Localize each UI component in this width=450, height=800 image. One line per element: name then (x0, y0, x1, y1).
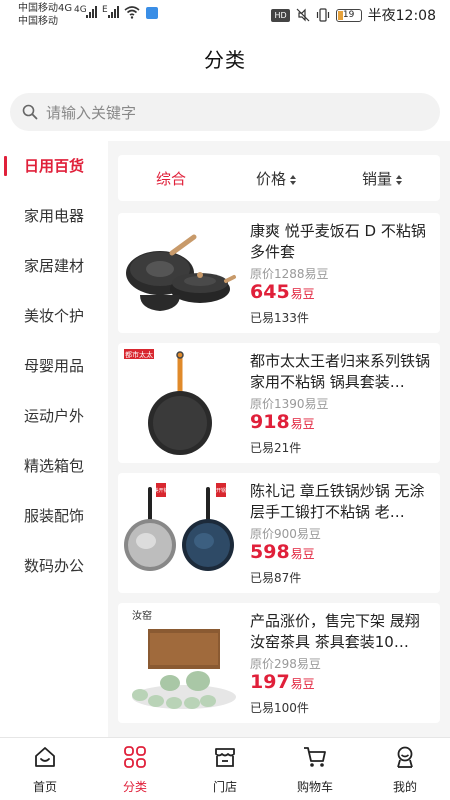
tab-profile-label: 我的 (392, 780, 417, 794)
price-value: 645 (250, 281, 290, 303)
carrier-info: 中国移动4G 中国移动 (18, 3, 72, 28)
product-title: 陈礼记 章丘铁锅炒锅 无涂层手工锻打不粘锅 老… (250, 482, 425, 521)
product-image: 汝窑 (120, 605, 238, 721)
filter-price[interactable]: 价格 (256, 168, 297, 189)
sidebar-item-appliances[interactable]: 家用电器 (0, 191, 108, 241)
product-panel: 综合 价格 销量 康爽 悦乎麦饭石 D 不粘锅多件套 原价1288易豆 645易… (108, 141, 450, 737)
thumb-tag-a: 美开锅 (153, 487, 168, 494)
product-sold-count: 已易21件 (250, 441, 302, 455)
mute-icon (296, 8, 310, 22)
price-value: 598 (250, 541, 290, 563)
product-title: 产品涨价，售完下架 晟翔汝窑茶具 茶具套装10… (250, 612, 420, 651)
filter-bar: 综合 价格 销量 (118, 155, 440, 201)
filter-sales[interactable]: 销量 (362, 168, 403, 189)
carrier-2: 中国移动 (18, 16, 58, 27)
tab-cart[interactable]: 购物车 (270, 738, 360, 800)
price-value: 197 (250, 671, 290, 693)
store-icon (215, 748, 235, 767)
wifi-icon (124, 6, 140, 19)
price-value: 918 (250, 411, 290, 433)
cart-icon (304, 747, 326, 767)
product-price: 598易豆 (250, 541, 315, 563)
search-input[interactable]: 请输入关键字 (10, 93, 440, 131)
sidebar-item-digital[interactable]: 数码办公 (0, 541, 108, 591)
thumb-tag: 汝窑 (132, 609, 152, 622)
tab-store[interactable]: 门店 (180, 738, 270, 800)
filter-sales-label: 销量 (362, 170, 393, 188)
price-unit: 易豆 (290, 287, 315, 301)
sidebar-item-home-building[interactable]: 家居建材 (0, 241, 108, 291)
network-type-1: 4G (74, 5, 87, 15)
price-unit: 易豆 (290, 677, 315, 691)
hd-badge: HD (271, 8, 290, 22)
product-sold-count: 已易87件 (250, 571, 302, 585)
page-title: 分类 (204, 48, 246, 72)
filter-comprehensive[interactable]: 综合 (156, 168, 186, 189)
sort-icon (396, 174, 403, 185)
product-original-price: 原价900易豆 (250, 527, 321, 541)
status-bar: 中国移动4G 中国移动 4G E HD 19 半夜12:08 (0, 0, 450, 32)
home-icon (35, 747, 55, 767)
product-card[interactable]: 汝窑 产品涨价，售完下架 晟翔汝窑茶具 茶具套装10… 原价298易豆 197易… (118, 603, 440, 723)
filter-price-label: 价格 (256, 170, 287, 188)
sidebar-item-sports[interactable]: 运动户外 (0, 391, 108, 441)
sidebar-item-baby[interactable]: 母婴用品 (0, 341, 108, 391)
product-card[interactable]: 康爽 悦乎麦饭石 D 不粘锅多件套 原价1288易豆 645易豆 已易133件 (118, 213, 440, 333)
thumb-tag-b: 开锅 (216, 487, 226, 494)
app-notification-icon (146, 7, 158, 19)
product-image: 都市太太 (120, 345, 238, 461)
tab-profile[interactable]: 我的 (360, 738, 450, 800)
category-icon (124, 746, 146, 768)
signal-icon-2 (108, 6, 122, 18)
price-unit: 易豆 (290, 417, 315, 431)
search-placeholder: 请输入关键字 (46, 104, 137, 122)
product-image (120, 215, 238, 331)
product-title: 都市太太王者归来系列铁锅家用不粘锅 锅具套装… (250, 352, 431, 391)
tab-store-label: 门店 (212, 780, 237, 794)
product-price: 918易豆 (250, 411, 315, 433)
tab-category-label: 分类 (122, 780, 147, 794)
signal-icon-1 (86, 6, 100, 18)
product-original-price: 原价298易豆 (250, 657, 321, 671)
product-card[interactable]: 都市太太 都市太太王者归来系列铁锅家用不粘锅 锅具套装… 原价1390易豆 91… (118, 343, 440, 463)
product-price: 197易豆 (250, 671, 315, 693)
product-sold-count: 已易133件 (250, 311, 309, 325)
price-unit: 易豆 (290, 547, 315, 561)
battery-level: 19 (342, 9, 355, 20)
network-type-2: E (102, 5, 108, 15)
product-image: 美开锅 开锅 (120, 475, 238, 591)
tab-home[interactable]: 首页 (0, 738, 90, 800)
battery-icon: 19 (335, 8, 362, 22)
category-sidebar: 日用百货 家用电器 家居建材 美妆个护 母婴用品 运动户外 精选箱包 服装配饰 … (0, 141, 108, 737)
search-icon (22, 104, 38, 120)
sidebar-item-apparel[interactable]: 服装配饰 (0, 491, 108, 541)
sidebar-item-daily-goods[interactable]: 日用百货 (0, 141, 108, 191)
clock: 半夜12:08 (367, 8, 436, 24)
bottom-tab-bar: 首页 分类 门店 购物车 我的 (0, 737, 450, 800)
sidebar-item-bags[interactable]: 精选箱包 (0, 441, 108, 491)
profile-icon (397, 746, 413, 768)
thumb-tag: 都市太太 (125, 350, 153, 359)
product-price: 645易豆 (250, 281, 315, 303)
sort-icon (290, 174, 297, 185)
tab-cart-label: 购物车 (296, 780, 333, 794)
product-original-price: 原价1390易豆 (250, 397, 329, 411)
tab-category[interactable]: 分类 (90, 738, 180, 800)
sidebar-item-beauty[interactable]: 美妆个护 (0, 291, 108, 341)
product-title: 康爽 悦乎麦饭石 D 不粘锅多件套 (250, 222, 426, 261)
product-card[interactable]: 美开锅 开锅 陈礼记 章丘铁锅炒锅 无涂层手工锻打不粘锅 老… 原价900易豆 … (118, 473, 440, 593)
tab-home-label: 首页 (32, 780, 57, 794)
vibrate-icon (316, 8, 329, 22)
carrier-1: 中国移动4G (18, 3, 73, 14)
product-sold-count: 已易100件 (250, 701, 309, 715)
product-original-price: 原价1288易豆 (250, 267, 329, 281)
